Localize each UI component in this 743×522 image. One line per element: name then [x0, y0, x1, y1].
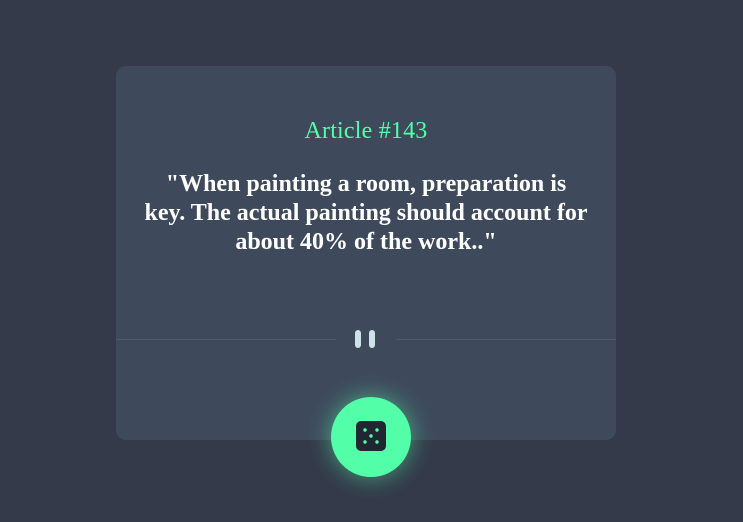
divider-line-left	[116, 339, 336, 340]
generate-advice-button[interactable]	[331, 397, 411, 477]
dice-icon	[356, 421, 386, 451]
advice-id-label: Article #143	[304, 118, 428, 144]
advice-card: Article #143 "When painting a room, prep…	[116, 66, 616, 440]
advice-text: "When painting a room, preparation is ke…	[144, 171, 588, 255]
divider-line-right	[396, 339, 616, 340]
pause-icon	[353, 330, 379, 348]
divider	[116, 325, 616, 349]
